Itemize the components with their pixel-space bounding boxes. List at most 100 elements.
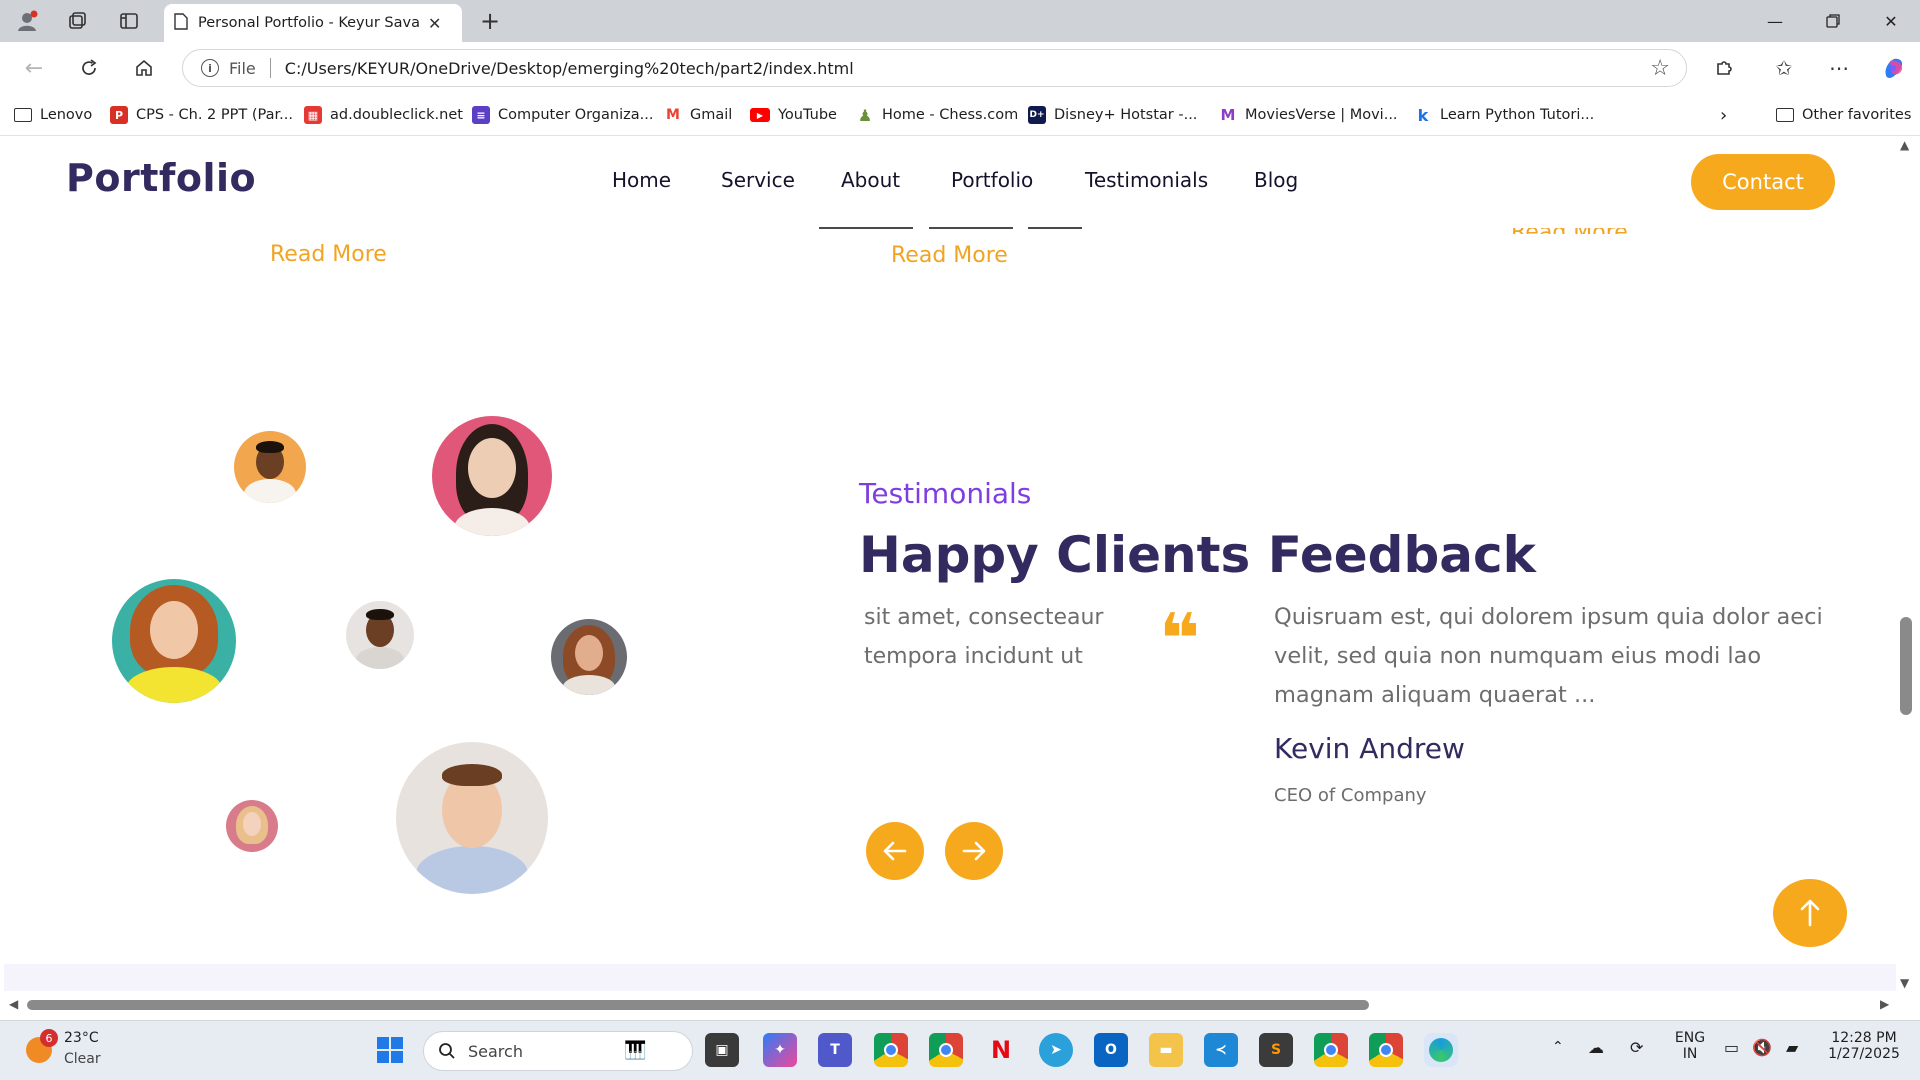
address-bar-row: ← i File C:/Users/KEYUR/OneDrive/Desktop…	[0, 42, 1920, 94]
vertical-scroll-thumb[interactable]	[1900, 617, 1912, 715]
telegram-icon[interactable]: ➤	[1039, 1033, 1073, 1067]
nav-service[interactable]: Service	[721, 168, 795, 192]
bookmark-learn-python[interactable]: k Learn Python Tutori...	[1414, 104, 1594, 126]
edge-icon[interactable]	[1424, 1033, 1458, 1067]
bookmark-moviesverse[interactable]: M MoviesVerse | Movi...	[1219, 104, 1398, 126]
bookmark-doubleclick[interactable]: ▦ ad.doubleclick.net	[304, 104, 463, 126]
read-more-link[interactable]: Read More	[270, 242, 387, 267]
tray-overflow-chevron-icon[interactable]: ⌃	[1552, 1039, 1564, 1055]
nav-home[interactable]: Home	[612, 168, 671, 192]
bookmarks-overflow-chevron-icon[interactable]: ›	[1720, 104, 1727, 126]
read-more-link[interactable]: Read More	[891, 243, 1008, 268]
refresh-button[interactable]	[73, 52, 105, 84]
weather-temperature: 23°C	[64, 1030, 99, 1046]
profile-icon[interactable]	[12, 6, 42, 36]
bookmark-label: Disney+ Hotstar -...	[1054, 107, 1198, 123]
site-logo[interactable]: Portfolio	[66, 156, 256, 200]
favorite-star-icon[interactable]: ☆	[1650, 56, 1670, 81]
minimize-button[interactable]: —	[1746, 0, 1804, 42]
back-button[interactable]: ←	[18, 52, 50, 84]
task-view-icon[interactable]: ▣	[705, 1033, 739, 1067]
bookmark-youtube[interactable]: ▶ YouTube	[750, 104, 837, 126]
weather-widget[interactable]: 6 23°C Clear	[20, 1021, 140, 1080]
active-tab[interactable]: Personal Portfolio - Keyur Savaliya ✕	[164, 4, 462, 42]
scroll-left-arrow-icon[interactable]: ◀	[9, 997, 18, 1011]
bookmark-other-favorites[interactable]: Other favorites	[1776, 104, 1911, 126]
bookmark-label: ad.doubleclick.net	[330, 107, 463, 123]
vscode-icon[interactable]: ≺	[1204, 1033, 1238, 1067]
teams-icon[interactable]: T	[818, 1033, 852, 1067]
restore-button[interactable]	[1804, 0, 1862, 42]
close-tab-icon[interactable]: ✕	[428, 14, 441, 33]
taskbar-search[interactable]: Search 🎹	[423, 1031, 693, 1071]
bookmark-gmail[interactable]: M Gmail	[664, 104, 732, 126]
copilot-taskbar-icon[interactable]: ✦	[763, 1033, 797, 1067]
prev-arrow-button[interactable]	[866, 822, 924, 880]
nav-portfolio[interactable]: Portfolio	[951, 168, 1033, 192]
scroll-down-arrow-icon[interactable]: ▼	[1900, 976, 1909, 990]
client-avatar	[226, 800, 278, 852]
bookmark-cps-ppt[interactable]: P CPS - Ch. 2 PPT (Par...	[110, 104, 293, 126]
clock[interactable]: 12:28 PM 1/27/2025	[1822, 1030, 1906, 1062]
sublime-text-icon[interactable]: S	[1259, 1033, 1293, 1067]
url-text[interactable]: C:/Users/KEYUR/OneDrive/Desktop/emerging…	[285, 59, 854, 78]
battery-icon[interactable]: ▰	[1786, 1038, 1798, 1057]
nav-testimonials[interactable]: Testimonials	[1085, 168, 1208, 192]
bookmark-label: Computer Organiza...	[498, 107, 654, 123]
nav-about[interactable]: About	[841, 168, 900, 192]
chrome-icon[interactable]	[874, 1033, 908, 1067]
client-avatar	[396, 742, 548, 894]
testimonial-quote: Quisruam est, qui dolorem ipsum quia dol…	[1274, 604, 1823, 708]
weather-condition: Clear	[64, 1051, 101, 1067]
weather-badge: 6	[40, 1029, 58, 1047]
arrow-up-icon	[1800, 899, 1820, 927]
netflix-icon[interactable]: N	[984, 1033, 1018, 1067]
chrome-profile-icon[interactable]	[929, 1033, 963, 1067]
contact-button[interactable]: Contact	[1691, 154, 1835, 210]
search-icon	[439, 1043, 455, 1059]
page-viewport: Portfolio Home Service About Portfolio T…	[4, 136, 1896, 991]
horizontal-scroll-thumb[interactable]	[27, 1000, 1369, 1010]
vertical-tabs-icon[interactable]	[114, 6, 144, 36]
windows-logo-icon	[377, 1037, 403, 1063]
more-menu-icon[interactable]: ⋯	[1823, 52, 1855, 84]
vertical-scrollbar[interactable]	[1896, 136, 1920, 991]
bookmark-computer-organization[interactable]: ≡ Computer Organiza...	[472, 104, 653, 126]
back-to-top-button[interactable]	[1773, 879, 1847, 947]
scroll-up-arrow-icon[interactable]: ▲	[1900, 138, 1909, 152]
favorites-icon[interactable]: ✩	[1768, 52, 1800, 84]
new-tab-button[interactable]: +	[475, 6, 505, 36]
client-avatar	[234, 431, 306, 503]
browser-tab-bar: Personal Portfolio - Keyur Savaliya ✕ + …	[0, 0, 1920, 42]
url-scheme: File	[229, 58, 256, 78]
bookmark-lenovo[interactable]: Lenovo	[14, 104, 92, 126]
folder-icon	[1776, 108, 1794, 122]
home-button[interactable]	[128, 52, 160, 84]
sync-icon[interactable]: ⟳	[1630, 1038, 1643, 1057]
search-highlight-icon: 🎹	[624, 1040, 647, 1061]
address-input[interactable]: i File C:/Users/KEYUR/OneDrive/Desktop/e…	[182, 49, 1687, 87]
divider-line	[819, 227, 913, 229]
folder-icon	[14, 108, 32, 122]
bookmark-hotstar[interactable]: D+ Disney+ Hotstar -...	[1028, 104, 1197, 126]
chrome-alt-icon[interactable]	[1314, 1033, 1348, 1067]
network-icon[interactable]: ▭	[1724, 1038, 1739, 1057]
copilot-icon[interactable]	[1878, 52, 1910, 84]
client-name: Kevin Andrew	[1274, 732, 1465, 765]
close-window-button[interactable]: ✕	[1862, 0, 1920, 42]
next-arrow-button[interactable]	[945, 822, 1003, 880]
file-explorer-icon[interactable]: ▬	[1149, 1033, 1183, 1067]
volume-muted-icon[interactable]: 🔇	[1752, 1038, 1772, 1057]
nav-blog[interactable]: Blog	[1254, 168, 1298, 192]
language-indicator[interactable]: ENG IN	[1672, 1030, 1708, 1062]
arrow-right-icon	[962, 841, 986, 861]
scroll-right-arrow-icon[interactable]: ▶	[1880, 997, 1889, 1011]
workspaces-icon[interactable]	[62, 6, 92, 36]
bookmark-chess[interactable]: ♟ Home - Chess.com	[856, 104, 1018, 126]
extensions-icon[interactable]	[1708, 52, 1740, 84]
chrome-work-icon[interactable]	[1369, 1033, 1403, 1067]
onedrive-icon[interactable]: ☁	[1588, 1038, 1604, 1057]
start-button[interactable]	[373, 1033, 407, 1067]
outlook-icon[interactable]: O	[1094, 1033, 1128, 1067]
info-icon[interactable]: i	[201, 59, 219, 77]
